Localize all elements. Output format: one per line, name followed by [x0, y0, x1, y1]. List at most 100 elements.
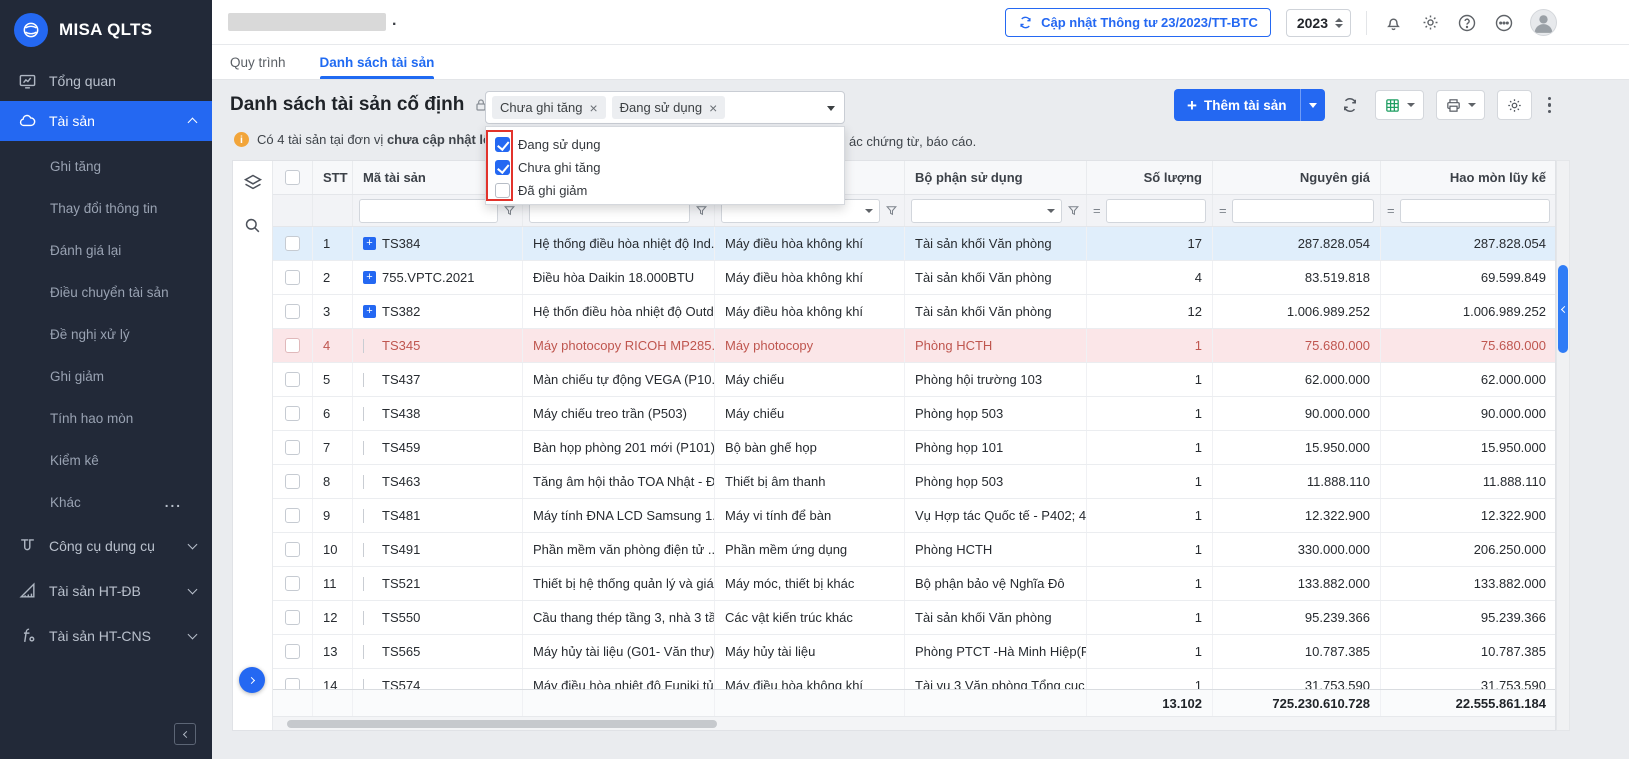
- sidebar-item-tai-san-ht-db[interactable]: Tài sản HT-ĐB: [0, 568, 212, 613]
- refresh-icon[interactable]: [1341, 96, 1359, 114]
- row-checkbox[interactable]: [285, 542, 300, 557]
- table-settings-button[interactable]: [1497, 90, 1532, 120]
- dropdown-option[interactable]: Chưa ghi tăng: [486, 156, 844, 179]
- notifications-bell-icon[interactable]: [1382, 12, 1404, 34]
- remove-chip-icon[interactable]: [709, 101, 717, 115]
- export-grid-button[interactable]: [1375, 90, 1424, 120]
- table-row[interactable]: 12 TS550 Cầu thang thép tầng 3, nhà 3 tầ…: [273, 601, 1555, 635]
- table-row[interactable]: 4 TS345 Máy photocopy RICOH MP285... Máy…: [273, 329, 1555, 363]
- row-checkbox[interactable]: [285, 610, 300, 625]
- row-checkbox[interactable]: [285, 338, 300, 353]
- year-selector[interactable]: 2023: [1286, 9, 1351, 37]
- filter-funnel-icon[interactable]: [695, 204, 708, 217]
- expand-row-icon[interactable]: [363, 237, 376, 250]
- more-icon[interactable]: ...: [165, 495, 182, 510]
- table-row[interactable]: 14 TS574 Máy điều hòa nhiệt độ Funiki tủ…: [273, 669, 1555, 689]
- table-row[interactable]: 5 TS437 Màn chiếu tự động VEGA (P10... M…: [273, 363, 1555, 397]
- tab-quy-trinh[interactable]: Quy trình: [230, 45, 286, 79]
- sidebar-subitem[interactable]: Ghi tăng: [0, 145, 212, 187]
- sidebar-subitem[interactable]: Ghi giảm: [0, 355, 212, 397]
- search-icon[interactable]: [243, 216, 262, 235]
- option-checkbox[interactable]: [495, 160, 510, 175]
- remove-chip-icon[interactable]: [589, 101, 597, 115]
- header-hao-mon-luy-ke[interactable]: Hao mòn lũy kế: [1381, 161, 1557, 194]
- horizontal-scrollbar-thumb[interactable]: [287, 720, 717, 728]
- row-checkbox[interactable]: [285, 474, 300, 489]
- sidebar-subitem[interactable]: Tính hao mòn: [0, 397, 212, 439]
- row-checkbox[interactable]: [285, 236, 300, 251]
- add-asset-button[interactable]: Thêm tài sản: [1174, 89, 1299, 121]
- table-row[interactable]: 8 TS463 Tăng âm hội thảo TOA Nhật - Đ...…: [273, 465, 1555, 499]
- filter-funnel-icon[interactable]: [503, 204, 516, 217]
- settings-gear-icon[interactable]: [1419, 12, 1441, 34]
- print-button[interactable]: [1436, 90, 1485, 120]
- spinner-arrows-icon[interactable]: [1335, 18, 1343, 28]
- more-actions-icon[interactable]: [1542, 97, 1558, 114]
- layers-icon[interactable]: [243, 173, 263, 193]
- select-all-checkbox[interactable]: [285, 170, 300, 185]
- expand-row-icon[interactable]: [363, 271, 376, 284]
- sidebar-subitem[interactable]: Thay đổi thông tin: [0, 187, 212, 229]
- header-nguyen-gia[interactable]: Nguyên giá: [1213, 161, 1381, 194]
- filter-equals-operator[interactable]: =: [1387, 203, 1395, 218]
- row-checkbox[interactable]: [285, 406, 300, 421]
- sidebar-item-tai-san-ht-cns[interactable]: Tài sản HT-CNS: [0, 613, 212, 658]
- table-row[interactable]: 6 TS438 Máy chiếu treo trần (P503) Máy c…: [273, 397, 1555, 431]
- dropdown-option[interactable]: Đang sử dụng: [486, 133, 844, 156]
- sidebar-item-cong-cu-dung-cu[interactable]: Công cụ dụng cụ: [0, 523, 212, 568]
- sidebar-item-tai-san[interactable]: Tài sản: [0, 101, 212, 141]
- dropdown-option[interactable]: Đã ghi giảm: [486, 179, 844, 202]
- row-checkbox[interactable]: [285, 678, 300, 689]
- header-so-luong[interactable]: Số lượng: [1087, 161, 1213, 194]
- update-circular-button[interactable]: Cập nhật Thông tư 23/2023/TT-BTC: [1005, 8, 1271, 37]
- table-row[interactable]: 1 TS384 Hệ thống điều hòa nhiệt độ Ind..…: [273, 227, 1555, 261]
- table-row[interactable]: 3 TS382 Hệ thốn điều hòa nhiệt độ Outd..…: [273, 295, 1555, 329]
- filter-input-dep[interactable]: [1400, 199, 1550, 223]
- sidebar-subitem[interactable]: Đề nghị xử lý: [0, 313, 212, 355]
- filter-funnel-icon[interactable]: [885, 204, 898, 217]
- select-all-cell[interactable]: [273, 161, 313, 194]
- chevron-down-icon[interactable]: [827, 106, 835, 111]
- sidebar-subitem[interactable]: Điều chuyển tài sản: [0, 271, 212, 313]
- option-checkbox[interactable]: [495, 137, 510, 152]
- vertical-scrollbar-thumb[interactable]: [1558, 265, 1568, 353]
- add-asset-dropdown-button[interactable]: [1300, 89, 1325, 121]
- sidebar-subitem[interactable]: Kiểm kê: [0, 439, 212, 481]
- status-filter-box[interactable]: Chưa ghi tăng Đang sử dụng: [485, 91, 845, 124]
- row-checkbox[interactable]: [285, 372, 300, 387]
- row-checkbox[interactable]: [285, 644, 300, 659]
- filter-chip[interactable]: Chưa ghi tăng: [492, 96, 606, 119]
- filter-equals-operator[interactable]: =: [1219, 203, 1227, 218]
- sidebar-subitem[interactable]: Đánh giá lại: [0, 229, 212, 271]
- expand-panel-button[interactable]: [239, 667, 265, 693]
- header-stt[interactable]: STT: [313, 161, 353, 194]
- table-row[interactable]: 11 TS521 Thiết bị hệ thống quản lý và gi…: [273, 567, 1555, 601]
- sidebar-subitem[interactable]: Khác ...: [0, 481, 212, 523]
- sidebar-item-tong-quan[interactable]: Tổng quan: [0, 61, 212, 101]
- filter-select-dept[interactable]: [911, 199, 1062, 223]
- row-checkbox[interactable]: [285, 576, 300, 591]
- expand-row-icon[interactable]: [363, 305, 376, 318]
- row-checkbox[interactable]: [285, 270, 300, 285]
- header-bo-phan-su-dung[interactable]: Bộ phận sử dụng: [905, 161, 1087, 194]
- table-row[interactable]: 13 TS565 Máy hủy tài liệu (G01- Văn thư)…: [273, 635, 1555, 669]
- row-checkbox[interactable]: [285, 440, 300, 455]
- horizontal-scrollbar[interactable]: [273, 716, 1555, 730]
- avatar[interactable]: [1530, 9, 1557, 36]
- vertical-scrollbar[interactable]: [1556, 160, 1570, 731]
- option-checkbox[interactable]: [495, 183, 510, 198]
- row-checkbox[interactable]: [285, 304, 300, 319]
- table-row[interactable]: 9 TS481 Máy tính ĐNA LCD Samsung 1... Má…: [273, 499, 1555, 533]
- filter-funnel-icon[interactable]: [1067, 204, 1080, 217]
- more-options-icon[interactable]: [1493, 12, 1515, 34]
- table-row[interactable]: 10 TS491 Phần mềm văn phòng điện tử ... …: [273, 533, 1555, 567]
- filter-chip[interactable]: Đang sử dụng: [612, 96, 726, 119]
- filter-input-qty[interactable]: [1106, 199, 1206, 223]
- row-checkbox[interactable]: [285, 508, 300, 523]
- tab-danh-sach-tai-san[interactable]: Danh sách tài sản: [320, 45, 435, 79]
- help-icon[interactable]: [1456, 12, 1478, 34]
- table-row[interactable]: 7 TS459 Bàn họp phòng 201 mới (P101)... …: [273, 431, 1555, 465]
- filter-input-cost[interactable]: [1232, 199, 1374, 223]
- filter-input-code[interactable]: [359, 199, 498, 223]
- sidebar-collapse-button[interactable]: [174, 723, 196, 745]
